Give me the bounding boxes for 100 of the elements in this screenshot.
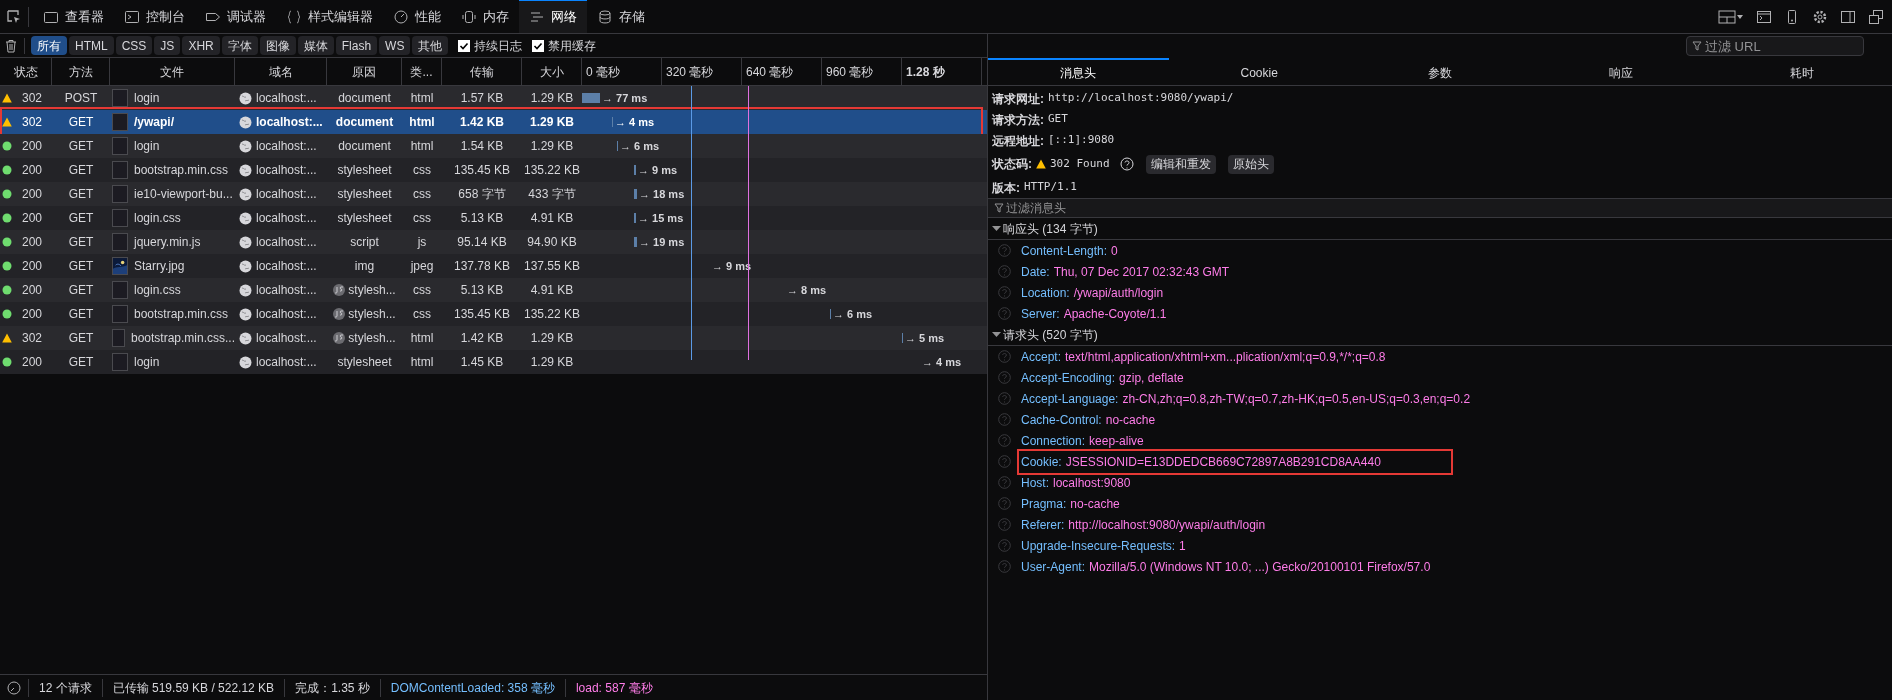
table-cell-text: GET [68, 114, 94, 131]
header-action-button[interactable]: 原始头 [1227, 154, 1274, 174]
element-picker-icon[interactable] [6, 9, 22, 25]
column-header[interactable]: 域名 [268, 62, 293, 81]
filter-type-button[interactable]: CSS [115, 36, 153, 55]
table-cell-text: GET [68, 186, 94, 203]
column-header[interactable]: 传输 [469, 62, 494, 81]
devtools-tab[interactable]: 调试器 [195, 0, 276, 33]
header-name: Accept: [1021, 348, 1062, 366]
settings-icon[interactable] [1812, 9, 1828, 25]
table-cell-text: 1.42 KB [460, 330, 504, 347]
table-cell-text: /ywapi/ [134, 114, 174, 131]
table-cell-text: 5.13 KB [460, 282, 504, 299]
trash-icon[interactable] [4, 38, 18, 53]
table-cell-text: GET [68, 282, 94, 299]
request-row[interactable]: 302 GET bootstrap.min.css... localhost:... stylesh... html 1.42 KB 1.29 KB → 5 ms [0, 326, 987, 350]
filter-type-button[interactable]: Flash [335, 36, 378, 55]
devtools-tab[interactable]: 存储 [587, 0, 655, 33]
filter-type-button[interactable]: WS [379, 36, 411, 55]
table-cell-text: jquery.min.js [134, 234, 201, 251]
transfer-summary: 已传输 519.59 KB / 522.12 KB [101, 678, 285, 697]
devtools-tab[interactable]: 网络 [519, 0, 587, 33]
table-cell-text: stylesheet [337, 354, 392, 371]
section-title[interactable]: 响应头 (134 字节) [1003, 219, 1098, 238]
layout-icon[interactable] [1718, 9, 1744, 25]
sidebar-icon[interactable] [1840, 9, 1856, 25]
request-row[interactable]: 200 GET login localhost:... document html 1.54 KB 1.29 KB → 6 ms [0, 134, 987, 158]
devtools-tab[interactable]: 控制台 [114, 0, 195, 33]
request-row[interactable]: 302 GET /ywapi/ localhost:... document html 1.42 KB 1.29 KB → 4 ms [0, 110, 987, 134]
devtools-tab[interactable]: 内存 [451, 0, 519, 33]
filter-icon [1692, 41, 1702, 51]
table-cell-text: POST [64, 90, 98, 107]
request-row[interactable]: 200 GET login.css localhost:... stylesheet css 5.13 KB 4.91 KB → 15 ms [0, 206, 987, 230]
filter-type-button[interactable]: 媒体 [297, 36, 334, 55]
help-icon [998, 286, 1011, 299]
header-action-button[interactable]: 编辑和重发 [1145, 154, 1216, 174]
table-cell-text: 200 [22, 162, 43, 179]
details-tab[interactable]: Cookie [1168, 58, 1350, 86]
help-icon [998, 455, 1011, 468]
section-title[interactable]: 请求头 (520 字节) [1003, 325, 1098, 344]
filter-type-button[interactable]: HTML [69, 36, 114, 55]
column-header[interactable]: 状态 [13, 62, 38, 81]
column-header[interactable]: 方法 [68, 62, 93, 81]
inspector-icon [43, 9, 59, 25]
filter-type-button[interactable]: JS [154, 36, 181, 55]
check-icon [533, 40, 544, 51]
globe-icon [239, 235, 252, 249]
table-cell-text: 1.29 KB [530, 90, 574, 107]
globe-icon [239, 115, 252, 129]
column-header[interactable]: 类... [410, 62, 433, 81]
request-row[interactable]: 200 GET ie10-viewport-bu... localhost:... stylesheet css 658 字节 433 字节 → 18 ms [0, 182, 987, 206]
details-tab[interactable]: 响应 [1530, 58, 1712, 86]
filter-type-button[interactable]: 图像 [259, 36, 296, 55]
table-cell-text: localhost:... [256, 114, 323, 131]
filter-type-button[interactable]: 字体 [221, 36, 258, 55]
column-header[interactable]: 文件 [160, 62, 184, 81]
column-header[interactable]: 原因 [352, 62, 376, 81]
filter-type-button[interactable]: 其他 [412, 36, 449, 55]
url-filter-field[interactable]: 过滤 URL [1686, 36, 1864, 56]
success-dot-icon [2, 261, 12, 271]
header-name: Cache-Control: [1021, 411, 1102, 429]
request-row[interactable]: 200 GET bootstrap.min.css localhost:... stylesheet css 135.45 KB 135.22 KB → 9 ms [0, 158, 987, 182]
table-cell-text: localhost:... [256, 138, 317, 155]
filter-type-button[interactable]: 所有 [31, 36, 67, 55]
table-cell-text: html [410, 138, 434, 155]
help-icon [998, 560, 1011, 573]
column-header[interactable]: 大小 [539, 62, 564, 81]
checkbox[interactable] [458, 39, 471, 52]
table-cell-text: 1.29 KB [530, 138, 574, 155]
table-cell-text: 1.54 KB [460, 138, 504, 155]
request-row[interactable]: 200 GET bootstrap.min.css localhost:... stylesh... css 135.45 KB 135.22 KB → 6 ms [0, 302, 987, 326]
table-cell-text: 5.13 KB [460, 210, 504, 227]
details-tab[interactable]: 消息头 [988, 58, 1169, 86]
header-name: Host: [1021, 474, 1049, 492]
field-value: http://localhost:9080/ywapi/ [1048, 90, 1234, 107]
request-row[interactable]: 200 GET login localhost:... stylesheet html 1.45 KB 1.29 KB → 4 ms [0, 350, 987, 374]
header-filter-field[interactable]: 过滤消息头 [988, 198, 1892, 218]
table-cell-text: 200 [22, 306, 43, 323]
console-icon[interactable] [1756, 9, 1772, 25]
help-icon [998, 413, 1011, 426]
file-thumbnail [112, 161, 128, 179]
request-row[interactable]: 302 POST login localhost:... document html 1.57 KB 1.29 KB → 77 ms [0, 86, 987, 110]
windows-icon[interactable] [1868, 9, 1884, 25]
request-row[interactable]: 200 GET jquery.min.js localhost:... script js 95.14 KB 94.90 KB → 19 ms [0, 230, 987, 254]
request-count: 12 个请求 [28, 678, 102, 697]
header-name: Referer: [1021, 516, 1065, 534]
timeline-tick: 640 毫秒 [746, 63, 794, 81]
devtools-tab[interactable]: 样式编辑器 [276, 0, 383, 33]
details-tab[interactable]: 耗时 [1711, 58, 1892, 86]
table-cell-text: 302 [22, 90, 43, 107]
help-icon [1119, 157, 1134, 171]
table-cell-text: GET [68, 162, 94, 179]
devtools-tab[interactable]: 查看器 [33, 0, 114, 33]
help-icon [998, 244, 1011, 257]
table-cell-text: html [410, 90, 434, 107]
checkbox[interactable] [532, 39, 545, 52]
devtools-tab[interactable]: 性能 [383, 0, 451, 33]
filter-type-button[interactable]: XHR [182, 36, 220, 55]
details-tab[interactable]: 参数 [1349, 58, 1531, 86]
request-row[interactable]: 200 GET login.css localhost:... stylesh... css 5.13 KB 4.91 KB → 8 ms [0, 278, 987, 302]
